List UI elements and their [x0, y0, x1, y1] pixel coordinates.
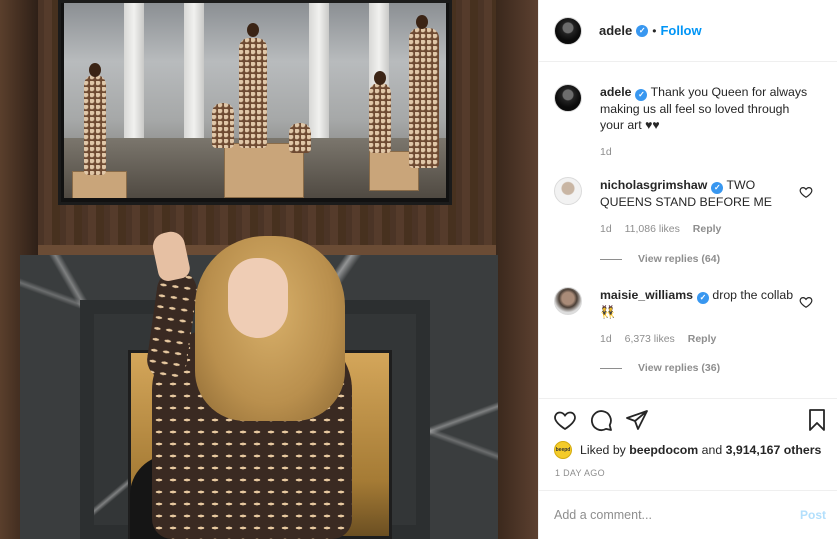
reply-button[interactable]: Reply	[688, 333, 717, 345]
view-replies-button[interactable]: View replies (64)	[600, 253, 720, 265]
divider	[600, 367, 622, 369]
liked-by-prefix: Liked by	[580, 443, 626, 457]
comment-meta: 1d 11,086 likes Reply	[600, 223, 731, 235]
caption-time[interactable]: 1d	[600, 146, 612, 158]
add-comment-input[interactable]	[554, 505, 774, 525]
avatar[interactable]	[554, 287, 582, 315]
avatar[interactable]	[554, 16, 582, 45]
divider	[600, 258, 622, 260]
view-replies-label: View replies (64)	[638, 253, 721, 265]
heart-icon[interactable]	[799, 295, 813, 309]
comment-username[interactable]: maisie_williams	[600, 288, 693, 302]
like-heart-icon[interactable]	[553, 408, 577, 432]
comments-list[interactable]: adele ✓ Thank you Queen for always making…	[539, 62, 837, 398]
post-comment-button[interactable]: Post	[800, 508, 826, 522]
comment-likes[interactable]: 11,086 likes	[625, 223, 680, 235]
comment-likes[interactable]: 6,373 likes	[625, 333, 675, 345]
liked-by: beepd Liked by beepdocom and 3,914,167 o…	[554, 441, 827, 459]
comment-bubble-icon[interactable]	[589, 408, 613, 432]
reply-button[interactable]: Reply	[693, 223, 722, 235]
share-paper-plane-icon[interactable]	[625, 408, 649, 432]
liked-by-count[interactable]: 3,914,167 others	[726, 443, 822, 457]
person-face	[228, 258, 288, 338]
caption-meta: 1d	[600, 146, 622, 158]
post-photo[interactable]	[0, 0, 538, 539]
post-timestamp[interactable]: 1 DAY AGO	[555, 468, 605, 478]
comment-time[interactable]: 1d	[600, 223, 612, 235]
verified-badge-icon: ✓	[696, 292, 709, 304]
view-replies-label: View replies (36)	[638, 362, 721, 374]
comment-meta: 1d 6,373 likes Reply	[600, 333, 726, 345]
verified-badge-icon: ✓	[636, 24, 649, 37]
avatar[interactable]	[554, 84, 582, 112]
action-bar	[539, 398, 837, 442]
comment-time[interactable]: 1d	[600, 333, 612, 345]
add-comment-bar: Post	[539, 490, 837, 539]
liked-by-user[interactable]: beepdocom	[629, 443, 698, 457]
follow-button[interactable]: Follow	[660, 23, 701, 38]
tv-screen	[58, 0, 452, 205]
header-username[interactable]: adele	[599, 23, 632, 38]
caption-username[interactable]: adele	[600, 85, 631, 99]
wood-wall-right	[496, 0, 538, 539]
comment-username[interactable]: nicholasgrimshaw	[600, 178, 707, 192]
liked-by-middle: and	[701, 443, 723, 457]
post-header: adele ✓ • Follow	[539, 0, 837, 62]
verified-badge-icon: ✓	[635, 89, 648, 101]
header-separator: •	[652, 23, 657, 38]
view-replies-button[interactable]: View replies (36)	[600, 362, 720, 374]
post-sidebar: adele ✓ • Follow adele ✓ Thank you Queen …	[538, 0, 837, 539]
avatar[interactable]: beepd	[554, 441, 572, 459]
heart-icon[interactable]	[799, 185, 813, 199]
verified-badge-icon: ✓	[711, 182, 724, 194]
avatar[interactable]	[554, 177, 582, 205]
save-bookmark-icon[interactable]	[805, 408, 829, 432]
